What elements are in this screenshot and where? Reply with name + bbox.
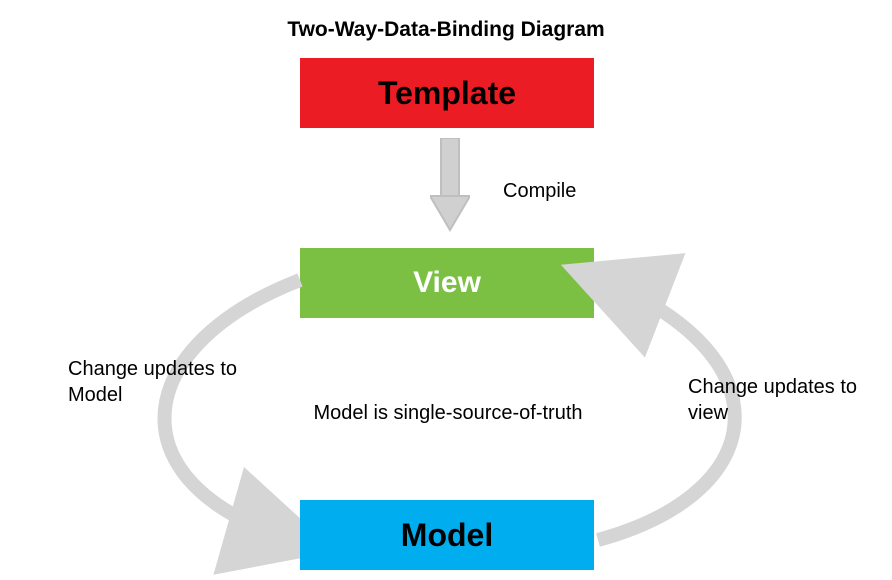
view-to-model-arrow-icon [164,280,300,540]
binding-arrows [0,0,892,580]
change-updates-to-model-label: Change updates to Model [68,356,238,408]
single-source-of-truth-label: Model is single-source-of-truth [288,400,608,426]
model-box: Model [300,500,594,570]
model-box-label: Model [401,517,493,554]
change-updates-to-view-label: Change updates to view [688,374,858,426]
